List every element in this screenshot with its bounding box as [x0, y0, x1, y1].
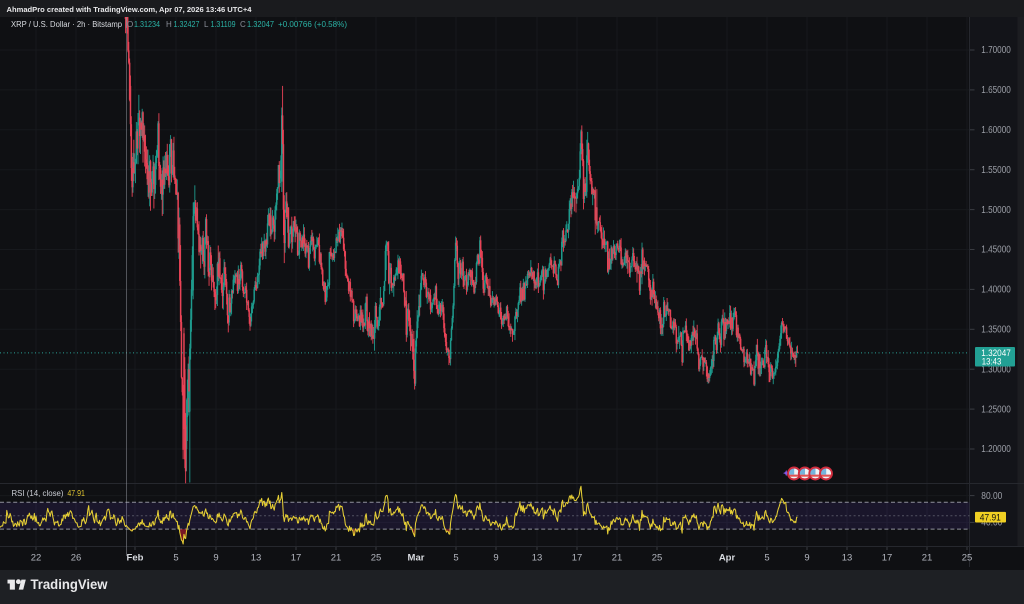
svg-text:80.00: 80.00	[981, 491, 1002, 502]
svg-text:13: 13	[251, 553, 262, 564]
svg-text:21: 21	[331, 553, 342, 564]
svg-text:9: 9	[213, 553, 218, 564]
svg-text:5: 5	[173, 553, 178, 564]
svg-text:1.70000: 1.70000	[981, 45, 1011, 56]
svg-text:Feb: Feb	[127, 553, 144, 564]
svg-text:H: H	[166, 20, 172, 29]
svg-text:9: 9	[804, 553, 809, 564]
svg-text:Apr: Apr	[719, 553, 736, 564]
svg-text:RSI (14, close): RSI (14, close)	[12, 489, 64, 498]
svg-text:Mar: Mar	[408, 553, 425, 564]
svg-text:13: 13	[532, 553, 543, 564]
svg-text:22: 22	[31, 553, 42, 564]
svg-text:13:43: 13:43	[982, 357, 1002, 368]
svg-text:1.60000: 1.60000	[981, 125, 1011, 136]
svg-text:C: C	[240, 20, 246, 29]
svg-text:13: 13	[842, 553, 853, 564]
svg-text:26: 26	[71, 553, 82, 564]
svg-text:1.55000: 1.55000	[981, 165, 1011, 176]
svg-text:21: 21	[922, 553, 933, 564]
svg-text:1.32427: 1.32427	[174, 20, 200, 29]
svg-text:TradingView: TradingView	[31, 577, 108, 592]
svg-text:9: 9	[493, 553, 498, 564]
svg-text:1.32047: 1.32047	[247, 20, 275, 29]
svg-text:25: 25	[371, 553, 382, 564]
svg-text:25: 25	[962, 553, 973, 564]
svg-text:1.31109: 1.31109	[211, 20, 236, 29]
svg-text:5: 5	[764, 553, 769, 564]
svg-text:1.25000: 1.25000	[981, 404, 1011, 415]
svg-text:47.91: 47.91	[67, 489, 85, 498]
svg-text:1.40000: 1.40000	[981, 285, 1011, 296]
svg-text:1.65000: 1.65000	[981, 85, 1011, 96]
svg-text:5: 5	[453, 553, 458, 564]
svg-text:+0.00766 (+0.58%): +0.00766 (+0.58%)	[278, 20, 347, 29]
svg-text:1.20000: 1.20000	[981, 444, 1011, 455]
svg-text:1.50000: 1.50000	[981, 205, 1011, 216]
svg-text:1.35000: 1.35000	[981, 325, 1011, 336]
svg-text:XRP / U.S. Dollar · 2h · Bitst: XRP / U.S. Dollar · 2h · Bitstamp	[11, 20, 123, 29]
svg-text:21: 21	[612, 553, 623, 564]
svg-text:AhmadPro created with TradingV: AhmadPro created with TradingView.com, A…	[7, 5, 253, 14]
svg-text:L: L	[204, 20, 209, 29]
svg-text:17: 17	[572, 553, 583, 564]
svg-text:1.31234: 1.31234	[134, 20, 160, 29]
svg-text:1.45000: 1.45000	[981, 245, 1011, 256]
svg-text:17: 17	[291, 553, 302, 564]
svg-text:47.91: 47.91	[980, 512, 1001, 523]
svg-text:17: 17	[882, 553, 893, 564]
svg-text:O: O	[127, 20, 133, 29]
svg-text:25: 25	[652, 553, 663, 564]
